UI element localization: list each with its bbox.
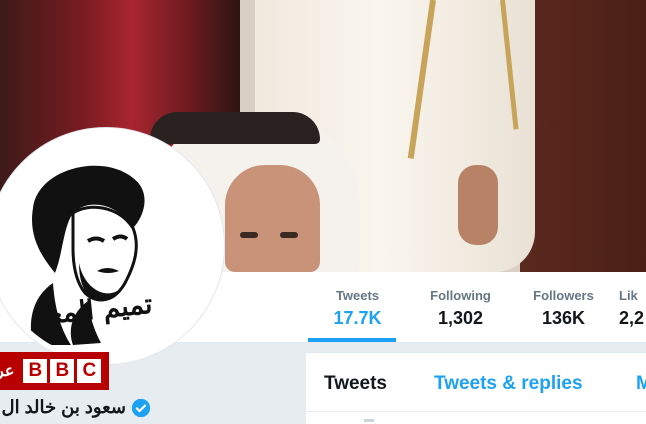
tabs-divider bbox=[306, 411, 646, 412]
stat-likes[interactable]: Lik 2,2 bbox=[619, 287, 646, 331]
profile-avatar[interactable]: تميم المجد bbox=[0, 128, 224, 364]
stat-likes-value: 2,2 bbox=[619, 308, 645, 328]
bbc-logo-block-2: B bbox=[50, 359, 75, 383]
tab-tweets-and-replies[interactable]: Tweets & replies bbox=[434, 373, 583, 395]
stat-following-value: 1,302 bbox=[437, 308, 484, 328]
tab-tweets[interactable]: Tweets bbox=[324, 373, 387, 395]
stat-tweets-value: 17.7K bbox=[333, 308, 382, 328]
stat-tweets-label: Tweets bbox=[335, 288, 380, 303]
verified-badge-icon bbox=[131, 398, 151, 417]
stat-following[interactable]: Following 1,302 bbox=[413, 287, 508, 331]
profile-name-row: سعود بن خالد ال ثا bbox=[0, 392, 306, 423]
bbc-logo-block-3: C bbox=[77, 359, 102, 383]
active-stat-underline bbox=[308, 338, 396, 342]
tab-media[interactable]: M bbox=[636, 373, 646, 395]
header-photo-eye-left bbox=[240, 232, 258, 238]
stat-followers-value: 136K bbox=[541, 308, 586, 328]
bbc-logo-block-1: B bbox=[23, 359, 48, 383]
watermark-arabic-text: عر bbox=[0, 363, 15, 380]
header-photo-face bbox=[225, 165, 320, 272]
timeline-tabs: Tweets Tweets & replies M bbox=[306, 352, 646, 424]
profile-display-name[interactable]: سعود بن خالد ال ثا bbox=[0, 397, 126, 418]
stat-followers-label: Followers bbox=[533, 288, 594, 303]
stat-likes-label: Lik bbox=[619, 288, 638, 303]
timeline-start-marker bbox=[364, 419, 374, 422]
header-photo-eye-right bbox=[280, 232, 298, 238]
header-photo-right-background bbox=[520, 0, 646, 272]
stat-tweets[interactable]: Tweets 17.7K bbox=[310, 287, 405, 331]
stat-following-label: Following bbox=[430, 288, 491, 303]
profile-stats: Tweets 17.7K Following 1,302 Followers 1… bbox=[310, 287, 646, 331]
header-photo-hand bbox=[458, 165, 498, 245]
stat-followers[interactable]: Followers 136K bbox=[516, 287, 611, 331]
bbc-logo: B B C bbox=[20, 359, 102, 383]
bbc-arabic-watermark: عر B B C bbox=[0, 352, 110, 390]
